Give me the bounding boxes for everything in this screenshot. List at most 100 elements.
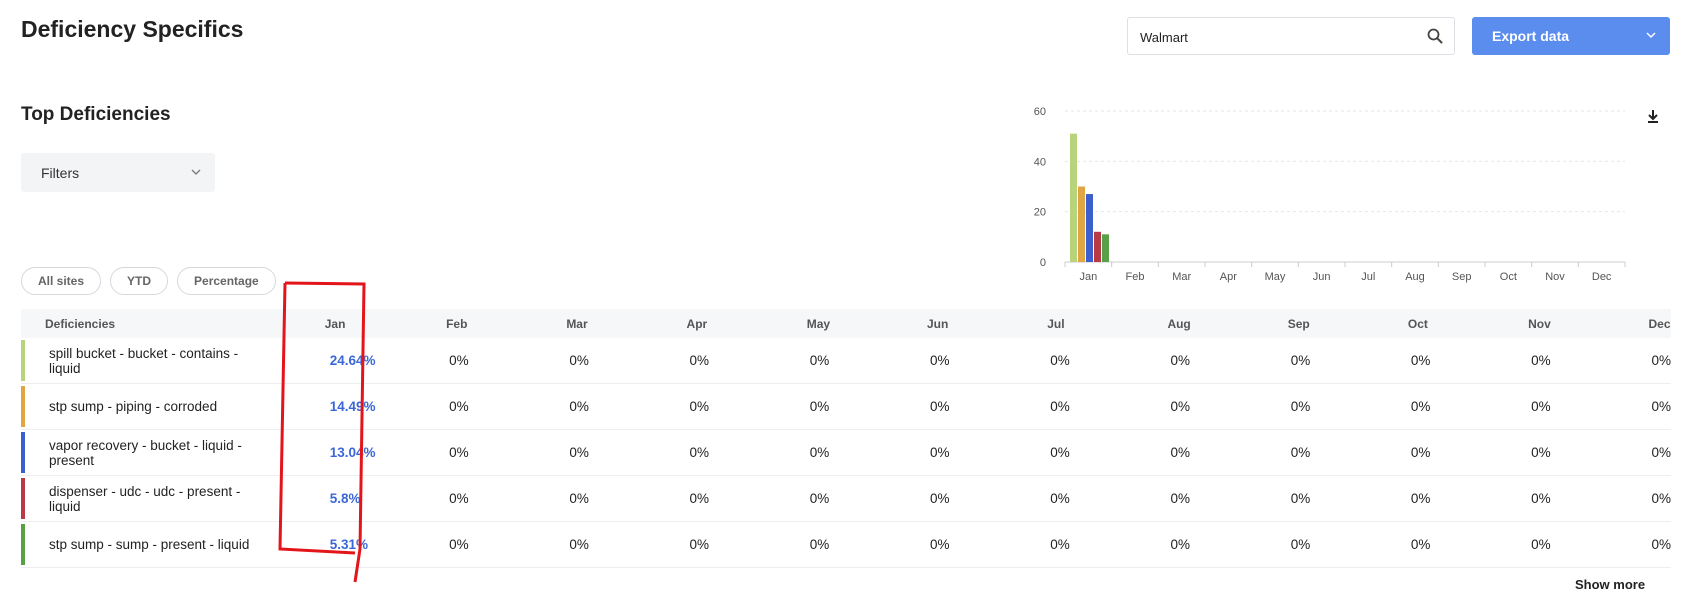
month-value: 0% — [1050, 491, 1070, 506]
download-icon[interactable] — [1645, 108, 1661, 124]
x-tick-label: May — [1265, 271, 1286, 283]
column-header[interactable]: Deficiencies — [21, 309, 313, 338]
column-header[interactable]: Oct — [1400, 309, 1520, 338]
chevron-down-icon[interactable] — [1646, 31, 1656, 39]
deficiency-bar-chart: 0 20 40 60 Jan Feb Mar Apr May Jun Jul Aug Sep Oct Nov… — [1034, 106, 1626, 283]
table-row: spill bucket - bucket - contains - liqui… — [21, 338, 1671, 384]
month-value: 0% — [1651, 445, 1671, 460]
month-value-cell: 0% — [1399, 475, 1521, 522]
month-value-cell: 0% — [1159, 383, 1280, 430]
month-value: 0% — [809, 491, 830, 506]
month-value: 0% — [1290, 491, 1311, 506]
column-header[interactable]: May — [799, 309, 919, 338]
column-header[interactable]: Aug — [1159, 309, 1279, 338]
month-value: 0% — [1290, 353, 1311, 368]
month-value-cell: 0% — [1039, 338, 1160, 384]
month-value-cell: 0% — [438, 383, 559, 430]
filter-chips: All sites YTD Percentage — [21, 267, 276, 295]
month-value-cell: 0% — [1520, 521, 1641, 568]
month-value: 0% — [1290, 537, 1311, 552]
export-data-label: Export data — [1492, 28, 1570, 44]
table-row: stp sump - sump - present - liquid 5.31% 0… — [21, 521, 1671, 568]
month-value: 0% — [1170, 491, 1190, 506]
month-value: 0% — [1170, 445, 1190, 460]
month-value-cell: 0% — [558, 521, 679, 568]
column-header[interactable]: Dec — [1640, 309, 1671, 338]
deficiency-name: spill bucket - bucket - contains - liqui… — [49, 345, 239, 376]
month-value-cell: 0% — [1159, 475, 1280, 522]
column-header[interactable]: Apr — [679, 309, 799, 338]
month-value: 0% — [1410, 353, 1431, 368]
search-input[interactable] — [1138, 26, 1412, 48]
x-tick-label: Dec — [1592, 271, 1612, 283]
month-value: 0% — [930, 491, 950, 506]
month-value-cell: 0% — [558, 338, 679, 384]
column-header[interactable]: Mar — [558, 309, 678, 338]
month-value: 0% — [1410, 445, 1431, 460]
month-value: 0% — [569, 491, 589, 506]
month-value-cell: 0% — [798, 383, 919, 430]
month-value: 0% — [1531, 445, 1551, 460]
column-header[interactable]: Feb — [438, 309, 558, 338]
section-title: Top Deficiencies — [21, 104, 171, 125]
month-value-cell: 0% — [1039, 383, 1160, 430]
month-value-cell: 0% — [678, 521, 799, 568]
month-value: 0% — [689, 537, 710, 552]
month-value: 0% — [569, 537, 589, 552]
red-highlight-annotation — [278, 281, 366, 583]
month-value-cell: 0% — [798, 521, 919, 568]
month-value: 0% — [449, 399, 469, 414]
month-value: 0% — [1531, 491, 1551, 506]
month-value: 0% — [1050, 537, 1070, 552]
column-header[interactable]: Nov — [1520, 309, 1640, 338]
chip-percentage[interactable]: Percentage — [177, 267, 276, 295]
bar — [1086, 194, 1093, 262]
series-color-bar — [21, 524, 25, 565]
series-color-bar — [21, 478, 25, 519]
deficiency-cell: stp sump - piping - corroded — [21, 383, 313, 430]
month-value: 0% — [1290, 445, 1311, 460]
month-value-cell: 0% — [1520, 383, 1641, 430]
month-value-cell: 0% — [438, 521, 559, 568]
month-value-cell: 0% — [1520, 429, 1641, 476]
column-header[interactable]: Sep — [1280, 309, 1400, 338]
deficiency-name: dispenser - udc - udc - present - liquid — [49, 483, 241, 514]
month-value-cell: 0% — [1399, 429, 1521, 476]
month-value-cell: 0% — [1279, 429, 1400, 476]
show-more-button[interactable]: Show more — [1575, 577, 1645, 592]
y-tick-label: 60 — [1034, 106, 1046, 118]
search-box[interactable] — [1127, 17, 1455, 55]
filters-dropdown[interactable]: Filters — [21, 153, 215, 192]
month-value-cell: 0% — [919, 338, 1040, 384]
deficiency-name: vapor recovery - bucket - liquid - prese… — [49, 437, 242, 468]
month-value: 0% — [1410, 399, 1431, 414]
chevron-down-icon — [191, 169, 201, 175]
month-value-cell: 0% — [1279, 475, 1400, 522]
x-tick-label: Feb — [1126, 271, 1145, 283]
column-header[interactable]: Jul — [1039, 309, 1159, 338]
month-value: 0% — [809, 445, 830, 460]
month-value-cell: 0% — [919, 383, 1040, 430]
month-value-cell: 0% — [438, 338, 559, 384]
table-row: dispenser - udc - udc - present - liquid… — [21, 475, 1671, 522]
search-icon[interactable] — [1426, 27, 1444, 45]
month-value: 0% — [449, 537, 469, 552]
month-value: 0% — [449, 353, 469, 368]
month-value: 0% — [449, 445, 469, 460]
month-value-cell: 0% — [438, 429, 559, 476]
month-value-cell: 0% — [1520, 338, 1641, 384]
month-value-cell: 0% — [678, 475, 799, 522]
x-tick-label: Jun — [1313, 271, 1331, 283]
month-value: 0% — [1290, 399, 1311, 414]
month-value-cell: 0% — [1279, 521, 1400, 568]
export-data-button[interactable]: Export data — [1472, 17, 1670, 55]
table-row: vapor recovery - bucket - liquid - prese… — [21, 429, 1671, 476]
deficiency-cell: dispenser - udc - udc - present - liquid — [21, 475, 313, 522]
month-value: 0% — [1410, 537, 1431, 552]
chip-all-sites[interactable]: All sites — [21, 267, 102, 295]
chip-ytd[interactable]: YTD — [110, 267, 169, 295]
column-header[interactable]: Jun — [919, 309, 1039, 338]
month-value-cell: 0% — [1159, 521, 1280, 568]
bar — [1070, 133, 1077, 262]
month-value: 0% — [809, 537, 830, 552]
